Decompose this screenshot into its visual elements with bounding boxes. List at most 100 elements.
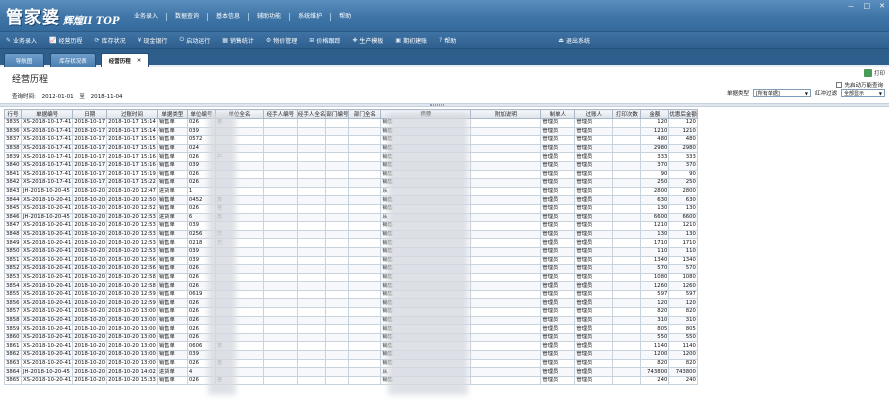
table-row[interactable]: 3859 XS-2018-10-20-41 2018-10-20 2018-10-20… [4,324,698,334]
cash-bank-button[interactable]: ¥ 现金银行 [132,32,174,49]
table-row[interactable]: 3841 XS-2018-10-17-41 2018-10-17 2018-10-17… [4,169,698,180]
table-cell: 管理员 [574,307,614,317]
sales-stats-button[interactable]: ▦ 销售统计 [216,32,260,49]
close-icon[interactable]: ✕ [137,58,142,64]
table-row[interactable]: 3862 XS-2018-10-20-41 2018-10-20 2018-10-20… [4,350,698,360]
tab-business-history[interactable]: 经营历程 ✕ [101,53,149,67]
table-cell: 管理员 [540,126,576,137]
table-row[interactable]: 3837 XS-2018-10-17-41 2018-10-17 2018-10-17… [4,135,698,145]
logo-sub-text: 辉煌II TOP [63,16,120,27]
top-menu-item[interactable]: 帮助 [331,13,359,21]
column-header[interactable]: 单据类型 [156,109,188,119]
table-cell: XS-2018-10-20-41 [20,255,74,266]
table-row[interactable]: 3839 XS-2018-10-17-41 2018-10-17 2018-10-17… [4,152,698,162]
table-row[interactable]: 3854 XS-2018-10-20-41 2018-10-20 2018-10-20… [4,281,698,291]
table-row[interactable]: 3838 XS-2018-10-17-41 2018-10-17 2018-10-17… [4,143,698,154]
business-history-button[interactable]: 📈 经营历程 [43,32,89,49]
table-cell: 2018-10-20 [72,272,108,283]
table-row[interactable]: 3835 XS-2018-10-17-41 2018-10-17 2018-10-17… [4,118,698,128]
table-row[interactable]: 3849 XS-2018-10-20-41 2018-10-20 2018-10-20… [4,238,698,248]
table-row[interactable]: 3842 XS-2018-10-17-41 2018-10-17 2018-10-17… [4,178,698,188]
startup-button[interactable]: ⏻ 启动运行 [173,32,216,49]
table-cell: 管理员 [540,135,576,145]
table-row[interactable]: 3857 XS-2018-10-20-41 2018-10-20 2018-10-20… [4,307,698,317]
table-row[interactable]: 3858 XS-2018-10-20-41 2018-10-20 2018-10-20… [4,315,698,326]
close-icon[interactable]: ✕ [879,2,885,12]
column-header[interactable]: 优惠后金额 [668,109,698,119]
table-cell [612,272,642,283]
price-tracking-button[interactable]: ⊞ 价格跟踪 [303,32,346,49]
column-header[interactable]: 单据编号 [20,109,74,119]
top-menu-item[interactable]: 系统维护 [290,13,332,21]
table-row[interactable]: 3844 XS-2018-10-20-41 2018-10-20 2018-10-20… [4,195,698,205]
panel-splitter[interactable] [0,103,889,107]
tab-navigation[interactable]: 导航图 [4,53,44,67]
column-header[interactable]: 经手人编号 [262,109,298,119]
table-cell [470,307,542,317]
table-cell: 3864 [4,367,22,377]
table-row[interactable]: 3846 JH-2018-10-20-45 2018-10-20 2018-10-20… [4,212,698,223]
table-row[interactable]: 3848 XS-2018-10-20-41 2018-10-20 2018-10-20… [4,229,698,240]
table-cell: 2018-10-17 15:15 [106,143,158,154]
table-row[interactable]: 3845 XS-2018-10-20-41 2018-10-20 2018-10-20… [4,203,698,214]
auto-query-option[interactable]: 先启动万能查询 [836,81,883,89]
table-cell [612,332,642,343]
business-entry-button[interactable]: ✎ 业务录入 [0,32,43,49]
table-row[interactable]: 3852 XS-2018-10-20-41 2018-10-20 2018-10-20… [4,264,698,274]
column-header[interactable]: 部门编号 [325,109,350,119]
column-header[interactable]: 经手人全名 [296,109,327,119]
table-row[interactable]: 3861 XS-2018-10-20-41 2018-10-20 2018-10-20… [4,341,698,352]
auto-query-checkbox[interactable] [836,82,843,88]
top-menu-item[interactable]: 基本信息 [208,13,250,21]
table-row[interactable]: 3840 XS-2018-10-17-41 2018-10-17 2018-10-17… [4,160,698,171]
table-cell [262,315,298,326]
column-header[interactable]: 打印次数 [612,109,642,119]
table-row[interactable]: 3863 XS-2018-10-20-41 2018-10-20 2018-10-20… [4,358,698,369]
top-menu-item[interactable]: 业务录入 [126,13,168,21]
table-cell: 3862 [4,350,22,360]
table-row[interactable]: 3851 XS-2018-10-20-41 2018-10-20 2018-10-20… [4,255,698,266]
production-template-button[interactable]: ✚ 生产模板 [346,32,389,49]
column-header[interactable]: 日期 [72,109,108,119]
column-header[interactable]: 行号 [4,109,22,119]
table-cell: 管理员 [540,281,576,291]
doc-type-select[interactable]: [所有单据] ▼ [752,89,811,97]
table-row[interactable]: 3864 JH-2018-10-20-45 2018-10-20 2018-10-20… [4,367,698,377]
table-row[interactable]: 3856 XS-2018-10-20-41 2018-10-20 2018-10-20… [4,298,698,309]
column-header[interactable]: 过账时间 [106,109,158,119]
table-row[interactable]: 3855 XS-2018-10-20-41 2018-10-20 2018-10-20… [4,289,698,300]
inventory-status-button[interactable]: ⟳ 库存状况 [89,32,132,49]
print-button[interactable]: 打印 [863,69,885,77]
table-row[interactable]: 3836 XS-2018-10-17-41 2018-10-17 2018-10-17… [4,126,698,137]
table-cell: XS-2018-10-20-41 [20,229,74,240]
table-row[interactable]: 3850 XS-2018-10-20-41 2018-10-20 2018-10-20… [4,246,698,257]
column-header[interactable]: 部门全名 [348,109,382,119]
table-row[interactable]: 3843 JH-2018-10-20-45 2018-10-20 2018-10-20… [4,186,698,197]
column-header[interactable]: 过账人 [574,109,614,119]
table-cell: 进货单 [156,367,188,377]
maximize-icon[interactable]: □ [864,2,871,12]
price-management-button[interactable]: ⚙ 物价管理 [260,32,303,49]
column-header[interactable]: 金额 [640,109,670,119]
column-header[interactable]: 附加说明 [470,109,542,119]
table-cell: 销售单 [156,358,188,369]
table-cell: 2980 [640,143,670,154]
exit-system-button[interactable]: ⏏ 退出系统 [552,32,596,49]
table-cell: 3863 [4,358,22,369]
top-menu-item[interactable]: 辅助功能 [249,13,291,21]
red-flush-filter-select[interactable]: 全部显示 ▼ [841,89,885,97]
table-row[interactable]: 3860 XS-2018-10-20-41 2018-10-20 2018-10-20… [4,332,698,343]
table-cell: XS-2018-10-20-41 [20,281,74,291]
tab-inventory-status[interactable]: 库存状况表 [50,53,96,67]
table-row[interactable]: 3853 XS-2018-10-20-41 2018-10-20 2018-10-20… [4,272,698,283]
opening-balance-button[interactable]: ▣ 期初建账 [389,32,433,49]
tab-label: 库存状况表 [59,58,87,65]
minimize-icon[interactable]: － [848,2,855,12]
top-menu-item[interactable]: 数据查询 [167,13,209,21]
help-button[interactable]: ? 帮助 [433,32,462,49]
table-row[interactable]: 3865 XS-2018-10-20-41 2018-10-20 2018-10-20… [4,375,698,386]
table-row[interactable]: 3847 XS-2018-10-20-41 2018-10-20 2018-10-20… [4,221,698,231]
table-cell [325,169,350,180]
table-cell: 管理员 [540,212,576,223]
column-header[interactable]: 制单人 [540,109,576,119]
